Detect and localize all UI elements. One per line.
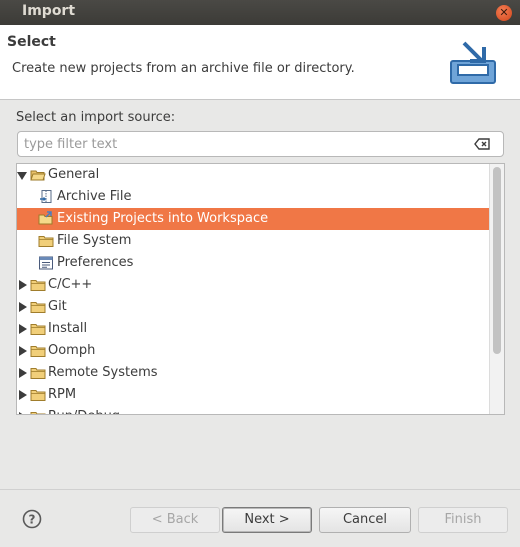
wizard-header: Select Create new projects from an archi… (0, 25, 520, 100)
svg-text:?: ? (29, 513, 36, 527)
tree-scrollbar[interactable] (489, 164, 504, 414)
tree-item[interactable]: Remote Systems (17, 362, 490, 384)
back-button[interactable]: < Back (130, 507, 220, 533)
expand-arrow-icon[interactable] (19, 412, 27, 414)
projects-icon (38, 211, 54, 227)
tree-item[interactable]: General (17, 164, 490, 186)
filter-input[interactable] (24, 135, 464, 153)
folder-icon (38, 233, 54, 249)
close-icon[interactable]: ✕ (496, 5, 512, 21)
folder-icon (30, 277, 46, 293)
import-source-tree[interactable]: General Archive File Existing Projects int… (16, 163, 505, 415)
tree-item-label: C/C++ (48, 277, 93, 292)
tree-item[interactable]: RPM (17, 384, 490, 406)
expand-arrow-icon[interactable] (19, 280, 27, 290)
expand-arrow-icon[interactable] (19, 324, 27, 334)
tree-item-label: Archive File (57, 189, 132, 204)
import-source-label: Select an import source: (16, 110, 176, 125)
scrollbar-thumb[interactable] (493, 167, 501, 354)
tree-item[interactable]: Existing Projects into Workspace (17, 208, 490, 230)
tree-item[interactable]: C/C++ (17, 274, 490, 296)
tree-item[interactable]: Archive File (17, 186, 490, 208)
next-button[interactable]: Next > (222, 507, 312, 533)
page-description: Create new projects from an archive file… (12, 61, 355, 76)
tree-item[interactable]: Preferences (17, 252, 490, 274)
import-icon (450, 41, 496, 84)
folder-icon (30, 299, 46, 315)
preferences-icon (38, 255, 54, 271)
tree-item-label: File System (57, 233, 132, 248)
tree-item-label: Install (48, 321, 88, 336)
folder-icon (30, 365, 46, 381)
tree-item-label: Preferences (57, 255, 134, 270)
clear-filter-icon[interactable] (474, 138, 490, 150)
footer-divider (0, 489, 520, 490)
help-icon[interactable]: ? (22, 509, 42, 529)
tree-item-label: Remote Systems (48, 365, 158, 380)
folder-icon (30, 409, 46, 414)
folder-icon (30, 387, 46, 403)
tree-item[interactable]: Run/Debug (17, 406, 490, 414)
tree-item[interactable]: Git (17, 296, 490, 318)
cancel-button[interactable]: Cancel (319, 507, 411, 533)
tree-item-label: Run/Debug (48, 409, 120, 414)
tree-item[interactable]: Oomph (17, 340, 490, 362)
title-bar: Import ✕ (0, 0, 520, 25)
archive-file-icon (38, 189, 54, 205)
window-title: Import (22, 3, 76, 19)
expand-arrow-icon[interactable] (19, 346, 27, 356)
folder-open-icon (30, 167, 46, 183)
tree-item[interactable]: Install (17, 318, 490, 340)
expand-arrow-icon[interactable] (19, 302, 27, 312)
page-title: Select (7, 34, 56, 50)
collapse-arrow-icon[interactable] (17, 172, 27, 180)
expand-arrow-icon[interactable] (19, 368, 27, 378)
folder-icon (30, 321, 46, 337)
tree-item-label: RPM (48, 387, 77, 402)
tree-item-label: Oomph (48, 343, 96, 358)
tree-item-label: Existing Projects into Workspace (57, 211, 269, 226)
folder-icon (30, 343, 46, 359)
tree-item[interactable]: File System (17, 230, 490, 252)
filter-field[interactable] (17, 131, 504, 157)
expand-arrow-icon[interactable] (19, 390, 27, 400)
tree-item-label: Git (48, 299, 67, 314)
tree-item-label: General (48, 167, 100, 182)
finish-button[interactable]: Finish (418, 507, 508, 533)
